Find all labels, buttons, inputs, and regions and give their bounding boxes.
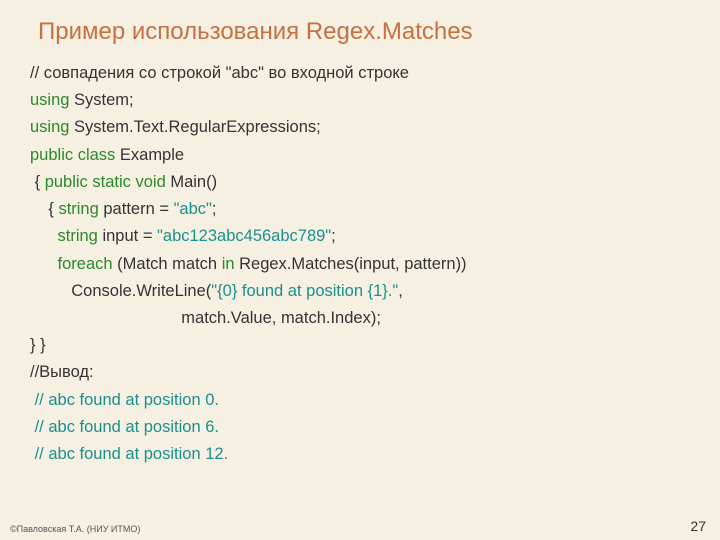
keyword: using: [30, 91, 69, 109]
keyword: string: [58, 227, 98, 245]
output-line: // abc found at position 12.: [30, 441, 690, 468]
code-line: match.Value, match.Index);: [30, 305, 690, 332]
code-line: using System.Text.RegularExpressions;: [30, 114, 690, 141]
string-literal: "abc123abc456abc789": [157, 227, 331, 245]
code-text: pattern =: [99, 200, 174, 218]
code-text: {: [30, 173, 45, 191]
keyword: in: [222, 255, 235, 273]
code-line: } }: [30, 332, 690, 359]
code-text: Console.WriteLine(: [30, 282, 211, 300]
code-line: Console.WriteLine("{0} found at position…: [30, 278, 690, 305]
code-text: Main(): [166, 173, 217, 191]
code-text: {: [30, 200, 58, 218]
keyword: foreach: [58, 255, 113, 273]
code-line: string input = "abc123abc456abc789";: [30, 223, 690, 250]
keyword: using: [30, 118, 69, 136]
code-line: { public static void Main(): [30, 169, 690, 196]
code-line: using System;: [30, 87, 690, 114]
code-text: ,: [398, 282, 403, 300]
code-line: // совпадения со строкой "abc" во входно…: [30, 60, 690, 87]
keyword: public class: [30, 146, 115, 164]
code-line: public class Example: [30, 142, 690, 169]
code-line: foreach (Match match in Regex.Matches(in…: [30, 251, 690, 278]
code-text: Regex.Matches(input, pattern)): [235, 255, 467, 273]
code-line: { string pattern = "abc";: [30, 196, 690, 223]
output-line: // abc found at position 6.: [30, 414, 690, 441]
code-text: System;: [69, 91, 133, 109]
keyword: string: [58, 200, 98, 218]
keyword: public static void: [45, 173, 166, 191]
code-line: //Вывод:: [30, 359, 690, 386]
string-literal: "{0} found at position {1}.": [211, 282, 398, 300]
slide-title: Пример использования Regex.Matches: [38, 18, 690, 46]
code-text: System.Text.RegularExpressions;: [69, 118, 320, 136]
code-text: Example: [115, 146, 184, 164]
code-text: [30, 255, 58, 273]
output-line: // abc found at position 0.: [30, 387, 690, 414]
code-text: (Match match: [113, 255, 222, 273]
code-text: input =: [98, 227, 157, 245]
string-literal: "abc": [174, 200, 212, 218]
slide-container: Пример использования Regex.Matches // со…: [0, 0, 720, 468]
code-text: ;: [212, 200, 217, 218]
footer-copyright: ©Павловская Т.А. (НИУ ИТМО): [10, 524, 140, 534]
code-text: [30, 227, 58, 245]
page-number: 27: [690, 518, 706, 534]
code-block: // совпадения со строкой "abc" во входно…: [30, 60, 690, 468]
code-text: ;: [331, 227, 336, 245]
